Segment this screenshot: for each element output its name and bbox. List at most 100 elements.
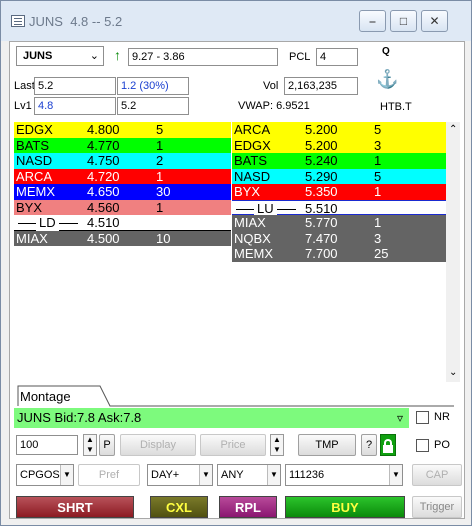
title-symbol: JUNS	[29, 14, 63, 29]
scroll-up-icon[interactable]: ⌃	[449, 124, 457, 135]
ask-size: 1	[374, 184, 382, 199]
ask-market-maker: NQBX	[234, 230, 271, 246]
pref-button[interactable]: Pref	[78, 464, 140, 486]
ask-row[interactable]: EDGX 5.200 3	[232, 137, 449, 153]
title-range: 4.8 -- 5.2	[70, 14, 123, 29]
account-value: 111236	[289, 469, 325, 481]
ask-row[interactable]: BATS 5.240 1	[232, 153, 449, 169]
help-button[interactable]: ?	[361, 434, 377, 456]
pcl-field[interactable]: 4	[316, 48, 358, 66]
minimize-button[interactable]: ⎯	[359, 10, 386, 32]
po-label: PO	[434, 439, 450, 451]
buy-button[interactable]: BUY	[285, 496, 405, 518]
minimize-icon: ⎯	[369, 14, 376, 28]
bid-price: 4.560	[87, 199, 120, 215]
bid-row[interactable]: ARCA 4.720 1	[14, 168, 231, 184]
bid-market-maker: EDGX	[16, 122, 53, 137]
type-dropdown-icon[interactable]: ▼	[267, 465, 280, 485]
bid-ask-bar[interactable]: JUNS Bid:7.8 Ask:7.8 ▿	[14, 408, 409, 428]
bid-price: 4.510	[87, 215, 120, 230]
ask-row[interactable]: BYX 5.350 1	[232, 184, 449, 200]
montage-window: JUNS 4.8 -- 5.2 ⎯ □ ✕ JUNS ⌄ ↑ 9.27 - 3.8…	[0, 0, 472, 526]
tab-montage[interactable]: Montage	[20, 389, 71, 404]
bid-row[interactable]: BYX 4.560 1	[14, 199, 231, 215]
vwap-label: VWAP: 6.9521	[238, 100, 310, 112]
close-button[interactable]: ✕	[421, 10, 448, 32]
bid-price: 4.500	[87, 230, 120, 246]
ask-price: 5.770	[305, 215, 338, 230]
ask-market-maker: LU	[254, 200, 277, 216]
replace-button[interactable]: RPL	[219, 496, 277, 518]
ask-market-maker: ARCA	[234, 122, 271, 137]
ask-market-maker: MIAX	[234, 215, 266, 230]
bid-market-maker: BATS	[16, 137, 49, 153]
ask-size: 5	[374, 122, 382, 137]
ask-size: 5	[374, 168, 382, 184]
bid-market-maker: MIAX	[16, 230, 48, 246]
ask-row[interactable]: NQBX 7.470 3	[232, 230, 449, 246]
quantity-field[interactable]: 100	[16, 435, 78, 455]
q-label: Q	[382, 46, 390, 57]
route-value: CPGOSI	[20, 469, 63, 481]
window-icon	[11, 15, 25, 27]
price-stepper[interactable]: ▲ ▼	[270, 434, 284, 456]
bid-row[interactable]: EDGX 4.800 5	[14, 122, 231, 138]
bid-row[interactable]: BATS 4.770 1	[14, 137, 231, 153]
bid-size: 1	[156, 199, 164, 215]
po-checkbox[interactable]	[416, 439, 429, 452]
bid-market-maker: ARCA	[16, 168, 53, 184]
nr-checkbox[interactable]	[416, 411, 429, 424]
route-dropdown-icon[interactable]: ▼	[60, 465, 73, 485]
ask-row[interactable]: MIAX 5.770 1	[232, 215, 449, 231]
chevron-down-icon[interactable]: ⌄	[90, 47, 99, 65]
trigger-button[interactable]: Trigger	[412, 496, 462, 518]
bid-row[interactable]: LD 4.510	[14, 215, 231, 231]
ask-price: 5.240	[305, 153, 338, 168]
tif-dropdown-icon[interactable]: ▼	[199, 465, 212, 485]
ask-row[interactable]: LU 5.510	[232, 199, 449, 216]
ask-market-maker: EDGX	[234, 137, 271, 153]
bid-size: 30	[156, 184, 171, 199]
book-scrollbar[interactable]: ⌃ ⌄	[446, 122, 460, 382]
range-field: 9.27 - 3.86	[128, 48, 278, 66]
bid-ask-text: JUNS Bid:7.8 Ask:7.8	[17, 410, 142, 425]
symbol-input[interactable]: JUNS ⌄	[16, 46, 104, 66]
title-bar[interactable]: JUNS 4.8 -- 5.2 ⎯ □ ✕	[1, 1, 471, 41]
bid-market-maker: NASD	[16, 153, 53, 168]
bid-row[interactable]: MEMX 4.650 30	[14, 184, 231, 200]
pcl-label: PCL	[289, 51, 311, 63]
scroll-down-icon[interactable]: ⌄	[449, 367, 457, 378]
bid-row[interactable]: MIAX 4.500 10	[14, 230, 231, 246]
ask-market-maker: NASD	[234, 168, 271, 184]
anchor-icon[interactable]: ⚓	[376, 69, 398, 90]
route-select[interactable]: CPGOSI ▼	[16, 464, 74, 486]
tif-select[interactable]: DAY+ ▼	[147, 464, 213, 486]
ask-row[interactable]: ARCA 5.200 5	[232, 122, 449, 138]
ask-size: 3	[374, 230, 382, 246]
type-select[interactable]: ANY ▼	[217, 464, 281, 486]
price-button[interactable]: Price	[200, 434, 266, 456]
account-select[interactable]: 111236 ▼	[285, 464, 403, 486]
ask-size: 1	[374, 153, 382, 168]
ask-price: 5.200	[305, 122, 338, 137]
bid-price: 4.750	[87, 153, 120, 168]
dropdown-icon[interactable]: ▿	[397, 408, 403, 428]
cancel-button[interactable]: CXL	[150, 496, 208, 518]
quantity-stepper[interactable]: ▲ ▼	[83, 434, 97, 456]
tab-outline	[17, 385, 454, 407]
cap-button[interactable]: CAP	[412, 464, 462, 486]
ask-row[interactable]: MEMX 7.700 25	[232, 246, 449, 262]
ask-market-maker: BYX	[234, 184, 261, 199]
display-button[interactable]: Display	[120, 434, 196, 456]
account-dropdown-icon[interactable]: ▼	[389, 465, 402, 485]
ask-row[interactable]: NASD 5.290 5	[232, 168, 449, 184]
bid-row[interactable]: NASD 4.750 2	[14, 153, 231, 169]
htb-label: HTB.T	[380, 101, 412, 113]
tmp-button[interactable]: TMP	[298, 434, 356, 456]
bid-size: 1	[156, 168, 164, 184]
maximize-button[interactable]: □	[390, 10, 417, 32]
lock-icon[interactable]	[380, 434, 396, 456]
p-button[interactable]: P	[99, 434, 115, 456]
short-button[interactable]: SHRT	[16, 496, 134, 518]
montage-panel: JUNS ⌄ ↑ 9.27 - 3.86 PCL 4 Q Last 5.2 1.2…	[9, 41, 465, 519]
